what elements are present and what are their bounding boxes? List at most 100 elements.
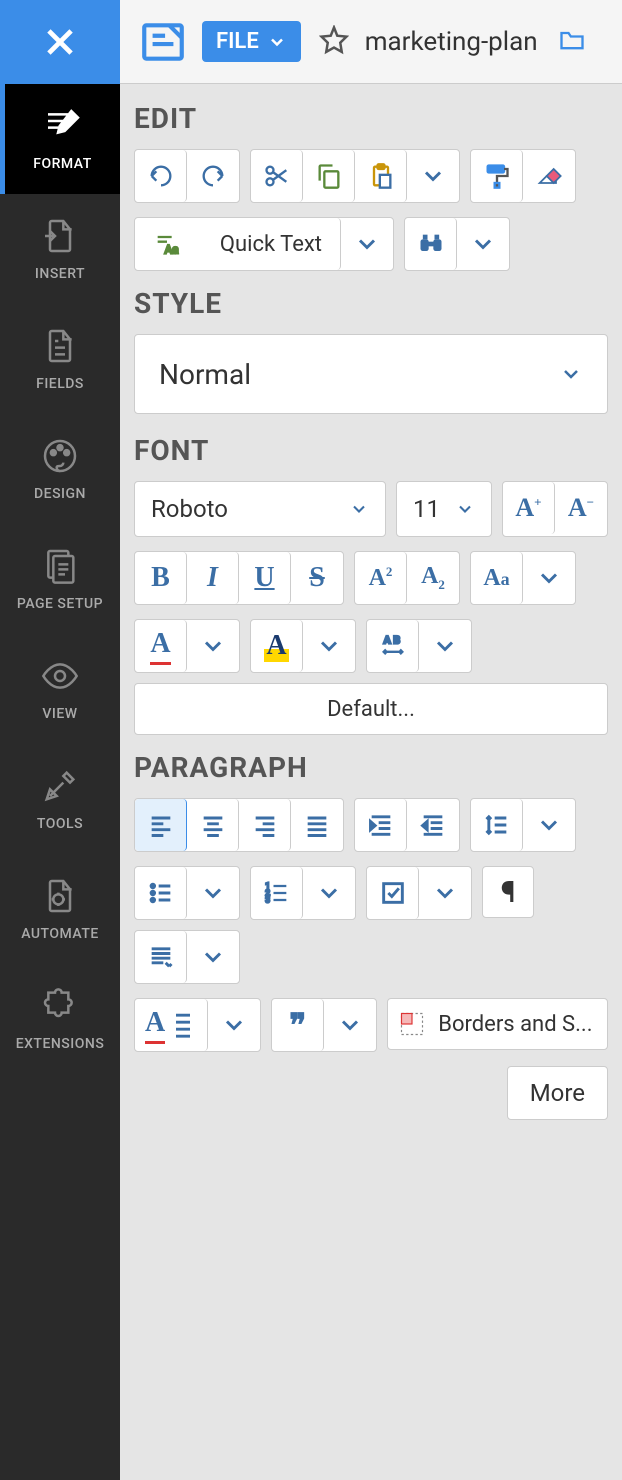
default-font-button[interactable]: Default... bbox=[134, 683, 608, 735]
para-color-button[interactable]: A bbox=[135, 999, 208, 1051]
find-button[interactable] bbox=[405, 218, 457, 270]
text-flow-dropdown[interactable] bbox=[187, 931, 239, 983]
document-title[interactable]: marketing-plan bbox=[365, 27, 538, 57]
underline-icon: U bbox=[254, 562, 274, 594]
font-name-select[interactable]: Roboto bbox=[134, 481, 386, 537]
quicktext-button[interactable]: Aa Quick Text bbox=[135, 218, 341, 270]
format-panel: EDIT bbox=[120, 84, 622, 1480]
undo-button[interactable] bbox=[135, 150, 187, 202]
font-color-button[interactable]: A bbox=[135, 620, 187, 672]
chevron-down-icon bbox=[315, 879, 343, 907]
strikethrough-button[interactable]: S bbox=[291, 552, 343, 604]
close-button[interactable] bbox=[0, 0, 120, 84]
sidebar-item-tools[interactable]: TOOLS bbox=[0, 744, 120, 854]
increase-font-button[interactable]: A+ bbox=[503, 482, 555, 534]
bold-button[interactable]: B bbox=[135, 552, 187, 604]
format-painter-button[interactable] bbox=[471, 150, 523, 202]
highlight-group: A bbox=[250, 619, 356, 673]
indent-decrease-button[interactable] bbox=[407, 799, 459, 851]
blockquote-button[interactable]: ❞ bbox=[272, 999, 324, 1051]
sidebar-item-label: PAGE SETUP bbox=[17, 596, 103, 612]
align-center-button[interactable] bbox=[187, 799, 239, 851]
char-spacing-dropdown[interactable] bbox=[419, 620, 471, 672]
decrease-font-icon: A− bbox=[568, 493, 594, 523]
font-color-dropdown[interactable] bbox=[187, 620, 239, 672]
folder-button[interactable] bbox=[558, 26, 586, 58]
style-select[interactable]: Normal bbox=[134, 334, 608, 414]
pilcrow-button[interactable]: ¶ bbox=[482, 866, 534, 918]
paste-dropdown[interactable] bbox=[407, 150, 459, 202]
sidebar-item-view[interactable]: VIEW bbox=[0, 634, 120, 744]
para-color-dropdown[interactable] bbox=[208, 999, 260, 1051]
line-spacing-group bbox=[470, 798, 576, 852]
sidebar-item-label: VIEW bbox=[42, 706, 77, 722]
align-left-button[interactable] bbox=[135, 799, 187, 851]
quicktext-dropdown[interactable] bbox=[341, 218, 393, 270]
number-list-dropdown[interactable] bbox=[303, 867, 355, 919]
borders-shading-button[interactable]: Borders and S... bbox=[387, 998, 608, 1050]
script-group: A2 A2 bbox=[354, 551, 460, 605]
char-spacing-icon: A B bbox=[379, 632, 407, 660]
align-right-button[interactable] bbox=[239, 799, 291, 851]
char-spacing-button[interactable]: A B bbox=[367, 620, 419, 672]
bullet-list-button[interactable] bbox=[135, 867, 187, 919]
more-label: More bbox=[530, 1079, 585, 1107]
scissors-icon bbox=[263, 162, 291, 190]
highlight-dropdown[interactable] bbox=[303, 620, 355, 672]
indent-group bbox=[354, 798, 460, 852]
sidebar-item-automate[interactable]: AUTOMATE bbox=[0, 854, 120, 964]
favorite-button[interactable] bbox=[319, 25, 349, 59]
superscript-button[interactable]: A2 bbox=[355, 552, 407, 604]
more-button[interactable]: More bbox=[507, 1066, 608, 1120]
section-edit-title: EDIT bbox=[134, 102, 608, 135]
bullet-list-dropdown[interactable] bbox=[187, 867, 239, 919]
erase-format-button[interactable] bbox=[523, 150, 575, 202]
cut-button[interactable] bbox=[251, 150, 303, 202]
decrease-font-button[interactable]: A− bbox=[555, 482, 607, 534]
subscript-button[interactable]: A2 bbox=[407, 552, 459, 604]
redo-button[interactable] bbox=[187, 150, 239, 202]
indent-increase-button[interactable] bbox=[355, 799, 407, 851]
file-menu-button[interactable]: FILE bbox=[202, 21, 301, 62]
sidebar-item-extensions[interactable]: EXTENSIONS bbox=[0, 964, 120, 1074]
blockquote-dropdown[interactable] bbox=[324, 999, 376, 1051]
number-list-button[interactable]: 123 bbox=[251, 867, 303, 919]
chevron-down-icon bbox=[535, 564, 563, 592]
italic-button[interactable]: I bbox=[187, 552, 239, 604]
superscript-icon: A2 bbox=[369, 564, 393, 592]
highlight-icon: A bbox=[264, 630, 288, 662]
paste-button[interactable] bbox=[355, 150, 407, 202]
sidebar-item-insert[interactable]: INSERT bbox=[0, 194, 120, 304]
line-spacing-button[interactable] bbox=[471, 799, 523, 851]
chevron-down-icon bbox=[315, 632, 343, 660]
change-case-dropdown[interactable] bbox=[523, 552, 575, 604]
insert-icon bbox=[40, 216, 80, 256]
line-spacing-dropdown[interactable] bbox=[523, 799, 575, 851]
sidebar-item-format[interactable]: FORMAT bbox=[0, 84, 120, 194]
font-size-select[interactable]: 11 bbox=[396, 481, 492, 537]
align-center-icon bbox=[199, 811, 227, 839]
sidebar-item-design[interactable]: DESIGN bbox=[0, 414, 120, 524]
find-dropdown[interactable] bbox=[457, 218, 509, 270]
chevron-down-icon bbox=[336, 1011, 364, 1039]
text-style-group: B I U S bbox=[134, 551, 344, 605]
align-justify-button[interactable] bbox=[291, 799, 343, 851]
number-list-icon: 123 bbox=[263, 879, 291, 907]
case-group: Aa bbox=[470, 551, 576, 605]
checklist-button[interactable] bbox=[367, 867, 419, 919]
sidebar-item-fields[interactable]: FIELDS bbox=[0, 304, 120, 414]
sidebar-item-label: FORMAT bbox=[33, 156, 92, 172]
section-paragraph-title: PARAGRAPH bbox=[134, 751, 608, 784]
document-icon[interactable] bbox=[138, 17, 188, 67]
font-color-group: A bbox=[134, 619, 240, 673]
sidebar-item-page-setup[interactable]: PAGE SETUP bbox=[0, 524, 120, 634]
underline-button[interactable]: U bbox=[239, 552, 291, 604]
svg-text:Aa: Aa bbox=[165, 242, 179, 256]
copy-button[interactable] bbox=[303, 150, 355, 202]
checklist-dropdown[interactable] bbox=[419, 867, 471, 919]
font-size-step-group: A+ A− bbox=[502, 481, 608, 537]
align-justify-icon bbox=[303, 811, 331, 839]
change-case-button[interactable]: Aa bbox=[471, 552, 523, 604]
text-flow-button[interactable] bbox=[135, 931, 187, 983]
highlight-button[interactable]: A bbox=[251, 620, 303, 672]
